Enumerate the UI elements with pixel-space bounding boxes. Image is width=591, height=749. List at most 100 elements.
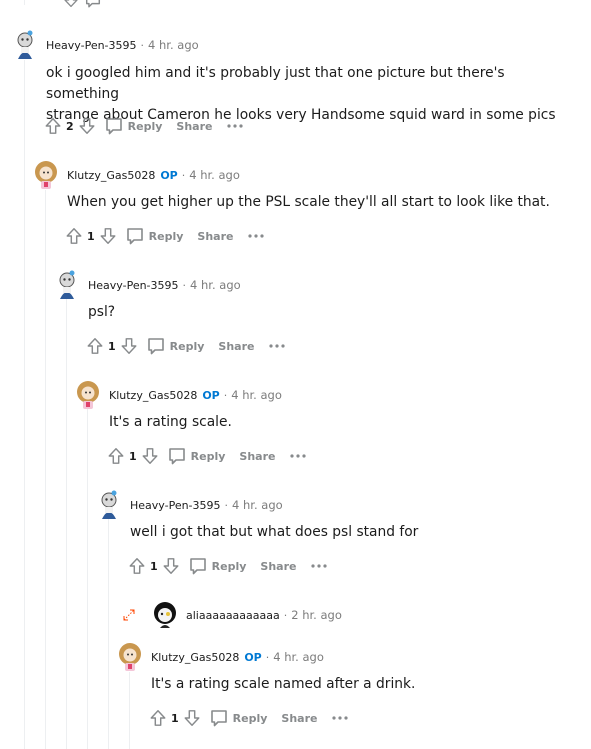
thread-line[interactable] (24, 0, 25, 5)
downvote-button[interactable] (118, 335, 140, 357)
reply-button[interactable]: Reply (167, 446, 225, 466)
thread-line[interactable] (87, 408, 88, 749)
comment-author[interactable]: Klutzy_Gas5028 (151, 651, 239, 664)
comment-bubble-icon (85, 0, 101, 8)
avatar[interactable] (73, 380, 103, 410)
avatar[interactable] (52, 270, 82, 300)
comment-actions: 2 Reply Share (42, 114, 244, 138)
reply-button[interactable]: Reply (125, 226, 183, 246)
upvote-button[interactable] (126, 555, 148, 577)
reply-label: Reply (211, 559, 247, 573)
more-options-button[interactable] (310, 555, 328, 577)
downvote-button[interactable] (60, 0, 82, 11)
downvote-button[interactable] (139, 445, 161, 467)
reply-button[interactable]: Reply (209, 708, 268, 728)
more-options-button[interactable] (289, 445, 307, 467)
comment-actions: 1 Reply Share (105, 444, 307, 468)
thread-line[interactable] (66, 298, 67, 749)
avatar[interactable] (150, 600, 180, 630)
separator: · (283, 608, 288, 622)
comment-bubble-icon (126, 228, 143, 245)
reply-button[interactable]: Reply (146, 336, 205, 356)
comment-timestamp[interactable]: 2 hr. ago (291, 608, 342, 622)
share-button[interactable]: Share (260, 560, 296, 573)
reply-button[interactable]: Reply (104, 116, 163, 136)
op-badge: OP (160, 168, 178, 182)
comment-body: It's a rating scale named after a drink. (151, 674, 581, 695)
downvote-button[interactable] (160, 555, 182, 577)
thread-line[interactable] (108, 518, 109, 749)
share-button[interactable]: Share (281, 712, 317, 725)
thread-line[interactable] (45, 190, 46, 749)
more-options-button[interactable] (226, 115, 244, 137)
comment-bubble-icon (210, 710, 227, 727)
comment-author[interactable]: Heavy-Pen-3595 (46, 39, 137, 52)
upvote-button[interactable] (63, 225, 85, 247)
op-badge: OP (202, 388, 220, 402)
more-options-button[interactable] (268, 335, 286, 357)
comment-bubble-icon (168, 448, 185, 465)
reply-label: Reply (232, 711, 268, 725)
comment-timestamp[interactable]: 4 hr. ago (190, 278, 241, 292)
ellipsis-icon (290, 454, 307, 458)
comment-author[interactable]: Klutzy_Gas5028 (109, 389, 197, 402)
comment-text-line: It's a rating scale named after a drink. (151, 676, 416, 692)
comment-timestamp[interactable]: 4 hr. ago (273, 650, 324, 664)
upvote-button[interactable] (42, 115, 64, 137)
share-button[interactable]: Share (218, 340, 254, 353)
comment-bubble-icon (147, 338, 164, 355)
downvote-button[interactable] (181, 707, 203, 729)
comment-text-line: When you get higher up the PSL scale the… (67, 194, 550, 210)
comment-timestamp[interactable]: 4 hr. ago (232, 498, 283, 512)
expand-icon[interactable] (122, 608, 136, 622)
comment-text-line: psl? (88, 304, 116, 320)
comment-text-line: well i got that but what does psl stand … (130, 524, 419, 540)
reply-icon-partial[interactable] (82, 0, 104, 11)
ellipsis-icon (311, 564, 328, 568)
op-badge: OP (244, 650, 262, 664)
downvote-button[interactable] (76, 115, 98, 137)
comment-author[interactable]: aliaaaaaaaaaaaa (186, 609, 280, 622)
downvote-icon (100, 228, 116, 244)
downvote-icon (184, 710, 200, 726)
more-options-button[interactable] (331, 707, 349, 729)
comment-text-line: It's a rating scale. (109, 414, 232, 430)
more-options-button[interactable] (247, 225, 265, 247)
comment-body: psl? (88, 302, 578, 323)
comment-actions: 1 Reply Share (63, 224, 265, 248)
thread-line[interactable] (24, 60, 25, 749)
separator: · (181, 168, 186, 182)
upvote-icon (87, 338, 103, 354)
comment-author[interactable]: Heavy-Pen-3595 (130, 499, 221, 512)
avatar[interactable] (115, 642, 145, 672)
separator: · (223, 388, 228, 402)
downvote-icon (142, 448, 158, 464)
thread-line[interactable] (129, 672, 130, 749)
comment-timestamp[interactable]: 4 hr. ago (231, 388, 282, 402)
upvote-button[interactable] (105, 445, 127, 467)
vote-score: 1 (87, 229, 95, 243)
comment-header: Heavy-Pen-3595 · 4 hr. ago (10, 28, 199, 62)
share-button[interactable]: Share (197, 230, 233, 243)
reply-label: Reply (169, 339, 205, 353)
vote-score: 2 (66, 119, 74, 133)
avatar[interactable] (31, 160, 61, 190)
reply-label: Reply (127, 119, 163, 133)
comment-actions: 1 Reply Share (126, 554, 328, 578)
share-button[interactable]: Share (239, 450, 275, 463)
upvote-button[interactable] (147, 707, 169, 729)
reply-button[interactable]: Reply (188, 556, 247, 576)
upvote-button[interactable] (84, 335, 106, 357)
ellipsis-icon (227, 124, 244, 128)
downvote-button[interactable] (97, 225, 119, 247)
comment-timestamp[interactable]: 4 hr. ago (189, 168, 240, 182)
comment-author[interactable]: Heavy-Pen-3595 (88, 279, 179, 292)
avatar[interactable] (10, 30, 40, 60)
downvote-icon (121, 338, 137, 354)
comment-timestamp[interactable]: 4 hr. ago (148, 38, 199, 52)
avatar[interactable] (94, 490, 124, 520)
upvote-icon (108, 448, 124, 464)
comment-header: Heavy-Pen-3595 · 4 hr. ago (52, 268, 241, 302)
comment-author[interactable]: Klutzy_Gas5028 (67, 169, 155, 182)
share-button[interactable]: Share (176, 120, 212, 133)
